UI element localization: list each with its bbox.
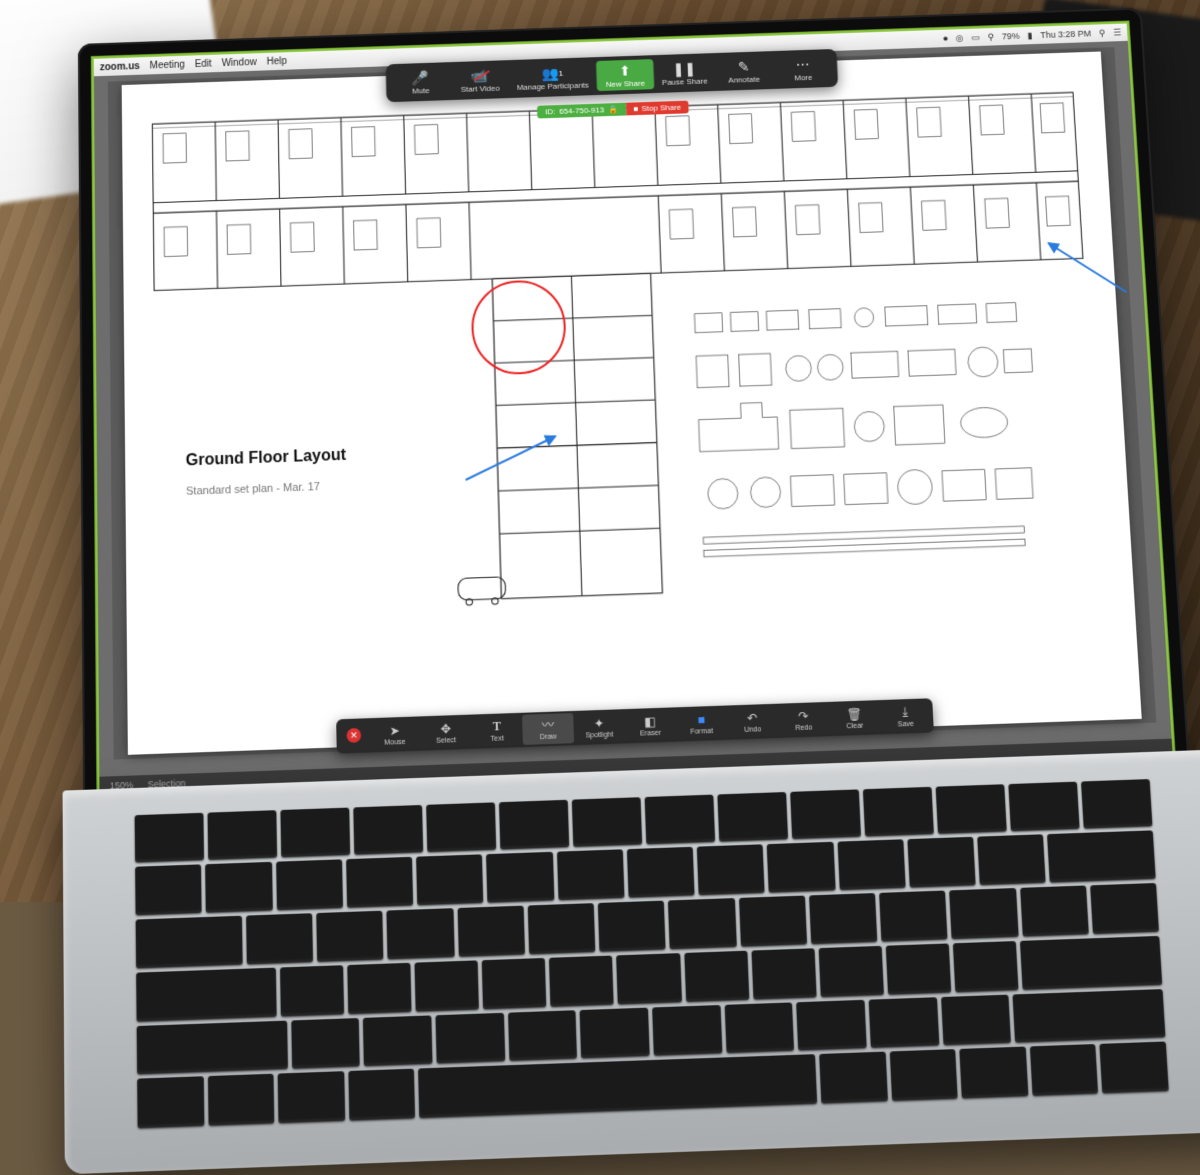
- pause-share-label: Pause Share: [662, 77, 708, 87]
- spotlight-label: Spotlight: [585, 731, 613, 739]
- mouse-tool-button[interactable]: ➤Mouse: [369, 718, 421, 750]
- video-icon: 📹: [471, 67, 489, 85]
- text-icon: T: [488, 718, 505, 735]
- display-icon[interactable]: ▭: [971, 32, 980, 43]
- clear-button[interactable]: 🗑Clear: [828, 702, 880, 734]
- stop-share-button[interactable]: ■ Stop Share: [626, 101, 690, 116]
- annotate-button[interactable]: ✎ Annotate: [715, 55, 774, 87]
- microphone-icon: 🎤: [411, 69, 429, 87]
- eraser-tool-button[interactable]: ◧Eraser: [624, 709, 676, 741]
- laptop-keyboard: [135, 779, 1169, 1128]
- save-label: Save: [898, 720, 915, 728]
- menu-meeting[interactable]: Meeting: [150, 59, 185, 71]
- mouse-label: Mouse: [384, 738, 406, 746]
- format-tool-button[interactable]: ■Format: [675, 707, 727, 739]
- laptop-screen-bezel: zoom.us Meeting Edit Window Help ⏺ ◎ ▭ ⚲…: [78, 8, 1191, 821]
- mute-button[interactable]: 🎤 Mute: [392, 66, 450, 98]
- pause-share-button[interactable]: ❚❚ Pause Share: [655, 57, 714, 89]
- select-tool-button[interactable]: ✥Select: [420, 716, 472, 748]
- eraser-icon: ◧: [642, 713, 659, 730]
- close-toolbar-button[interactable]: ✕: [338, 720, 369, 751]
- menu-edit[interactable]: Edit: [195, 58, 212, 69]
- screen: zoom.us Meeting Edit Window Help ⏺ ◎ ▭ ⚲…: [92, 21, 1175, 797]
- save-button[interactable]: ⤓Save: [879, 700, 932, 732]
- manage-participants-label: Manage Participants: [517, 81, 589, 92]
- pause-icon: ❚❚: [675, 60, 693, 78]
- new-share-button[interactable]: ⬆ New Share: [596, 59, 654, 91]
- more-label: More: [794, 73, 812, 82]
- spotlight-icon[interactable]: ⚲: [1099, 28, 1106, 39]
- format-icon: ■: [693, 711, 710, 728]
- draw-icon: 〰: [540, 717, 557, 734]
- desk-background: zoom.us Meeting Edit Window Help ⏺ ◎ ▭ ⚲…: [0, 0, 1200, 902]
- start-video-label: Start Video: [461, 84, 500, 94]
- redo-icon: ↷: [795, 707, 812, 724]
- format-label: Format: [690, 728, 713, 736]
- new-share-label: New Share: [606, 79, 645, 89]
- participants-icon: 👥1: [543, 64, 561, 82]
- more-button[interactable]: ⋯ More: [774, 53, 833, 85]
- redo-label: Redo: [795, 724, 812, 732]
- app-name[interactable]: zoom.us: [100, 61, 140, 73]
- close-icon: ✕: [347, 728, 362, 743]
- start-video-button[interactable]: 📹 Start Video: [451, 64, 509, 96]
- battery-pct: 79%: [1002, 31, 1020, 41]
- participant-count: 1: [559, 68, 564, 77]
- cursor-icon: ➤: [386, 722, 403, 739]
- canvas-area: Ground Floor Layout Standard set plan - …: [108, 47, 1157, 759]
- eraser-label: Eraser: [640, 729, 661, 737]
- lock-icon: 🔒: [608, 105, 618, 114]
- more-icon: ⋯: [794, 56, 813, 74]
- text-tool-button[interactable]: TText: [471, 715, 523, 747]
- menu-window[interactable]: Window: [222, 57, 257, 69]
- spotlight-icon: ✦: [591, 715, 608, 732]
- battery-icon: ▮: [1027, 30, 1032, 41]
- annotate-label: Annotate: [728, 75, 760, 85]
- laptop: zoom.us Meeting Edit Window Help ⏺ ◎ ▭ ⚲…: [28, 0, 1200, 1110]
- draw-tool-button[interactable]: 〰Draw: [522, 713, 574, 745]
- cloud-icon[interactable]: ◎: [955, 32, 963, 43]
- mute-label: Mute: [412, 86, 430, 95]
- clear-label: Clear: [846, 722, 863, 730]
- app-window: Ground Floor Layout Standard set plan - …: [94, 41, 1173, 795]
- wifi-icon[interactable]: ⚲: [987, 31, 994, 42]
- meeting-id: 654-750-913: [559, 105, 604, 115]
- laptop-keyboard-deck: [63, 749, 1200, 1174]
- pencil-icon: ✎: [734, 58, 752, 76]
- move-icon: ✥: [437, 720, 454, 737]
- redo-button[interactable]: ↷Redo: [777, 704, 829, 736]
- undo-button[interactable]: ↶Undo: [726, 706, 778, 738]
- draw-label: Draw: [540, 733, 557, 741]
- save-icon: ⤓: [897, 704, 914, 721]
- spotlight-tool-button[interactable]: ✦Spotlight: [573, 711, 625, 743]
- manage-participants-button[interactable]: 👥1 Manage Participants: [510, 61, 595, 94]
- notifications-icon[interactable]: ☰: [1113, 27, 1122, 38]
- text-label: Text: [491, 735, 504, 743]
- undo-icon: ↶: [744, 709, 761, 726]
- stop-icon: ■: [634, 104, 639, 113]
- clock: Thu 3:28 PM: [1040, 29, 1091, 40]
- menu-help[interactable]: Help: [267, 56, 288, 67]
- stop-share-label: Stop Share: [641, 103, 681, 113]
- document-page[interactable]: Ground Floor Layout Standard set plan - …: [122, 51, 1142, 754]
- select-label: Select: [436, 737, 456, 745]
- floorplan-drawing: [142, 72, 1116, 655]
- camera-icon[interactable]: ⏺: [943, 33, 948, 44]
- share-up-icon: ⬆: [616, 62, 634, 80]
- trash-icon: 🗑: [846, 706, 863, 723]
- id-label: ID:: [545, 107, 555, 116]
- undo-label: Undo: [744, 726, 761, 734]
